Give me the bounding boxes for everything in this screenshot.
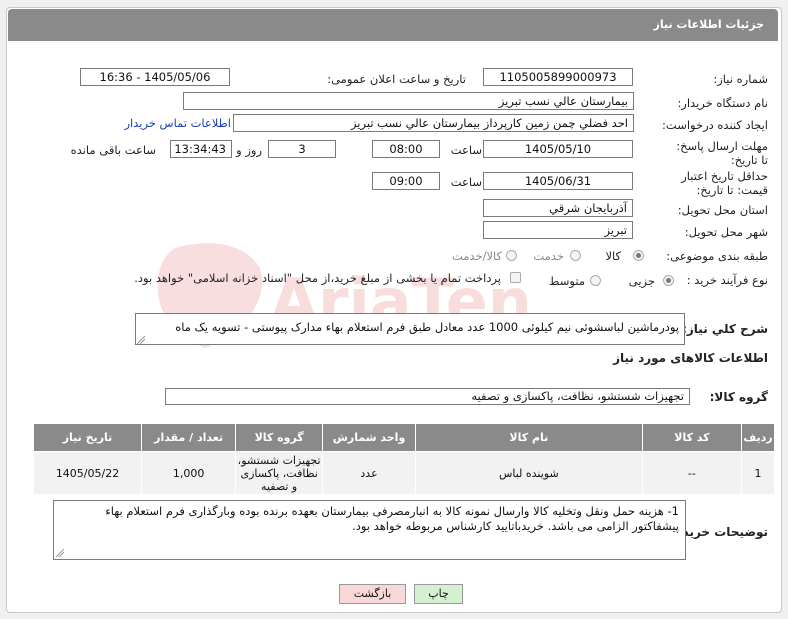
subject-goods-radio[interactable] bbox=[633, 250, 644, 261]
process-minor-radio[interactable] bbox=[663, 275, 674, 286]
goods-group-label: گروه کالا: bbox=[709, 390, 768, 404]
process-medium-radio[interactable] bbox=[590, 275, 601, 286]
cell-unit: عدد bbox=[322, 451, 416, 495]
cell-qty: 1,000 bbox=[141, 451, 237, 495]
cell-row-num: 1 bbox=[741, 451, 775, 495]
province-field: آذربايجان شرقي bbox=[483, 199, 633, 217]
col-unit: واحد شمارش bbox=[322, 423, 416, 452]
province-label: استان محل تحویل: bbox=[677, 203, 768, 217]
process-minor-label: جزیی bbox=[628, 274, 655, 288]
need-number-label: شماره نیاز: bbox=[713, 72, 768, 86]
subject-both-radio[interactable] bbox=[506, 250, 517, 261]
subject-both-label: کالا/خدمت bbox=[451, 249, 502, 263]
reply-deadline-label: مهلت ارسال پاسخ: تا تاریخ: bbox=[676, 139, 768, 167]
announce-datetime-label: تاریخ و ساعت اعلان عمومی: bbox=[327, 72, 466, 86]
remaining-label: ساعت باقی مانده bbox=[70, 143, 156, 157]
validity-time-label: ساعت bbox=[450, 175, 482, 189]
remaining-time-field: 13:34:43 bbox=[170, 140, 232, 158]
reply-time-label: ساعت bbox=[450, 143, 482, 157]
purchase-process-label: نوع فرآیند خرید : bbox=[686, 273, 768, 287]
subject-service-radio[interactable] bbox=[570, 250, 581, 261]
resize-handle-icon[interactable] bbox=[137, 336, 145, 344]
validity-date-field: 1405/06/31 bbox=[483, 172, 633, 190]
table-row: 1 -- شوینده لباس عدد تجهیزات شستشو، نظاف… bbox=[32, 451, 775, 495]
requester-field: احد فضلي چمن زمين کارپرداز بيمارستان عال… bbox=[233, 114, 634, 132]
announce-datetime-field: 1405/05/06 - 16:36 bbox=[80, 68, 230, 86]
col-qty: تعداد / مقدار bbox=[141, 423, 237, 452]
process-medium-label: متوسط bbox=[548, 274, 585, 288]
cell-name: شوینده لباس bbox=[414, 451, 643, 495]
buyer-notes-field: 1- هزینه حمل ونقل وتخلیه کالا وارسال نمو… bbox=[53, 500, 686, 560]
city-label: شهر محل تحویل: bbox=[684, 225, 768, 239]
page-title: جزئیات اطلاعات نیاز bbox=[653, 18, 765, 31]
col-group: گروه کالا bbox=[235, 423, 324, 452]
subject-goods-label: کالا bbox=[605, 249, 621, 263]
days-label: روز و bbox=[236, 143, 262, 157]
buyer-org-label: نام دستگاه خریدار: bbox=[677, 96, 768, 110]
col-date: تاریخ نیاز bbox=[32, 423, 143, 452]
print-button[interactable]: چاپ bbox=[414, 584, 463, 604]
days-field: 3 bbox=[268, 140, 336, 158]
goods-table: ردیف کد کالا نام کالا واحد شمارش گروه کا… bbox=[32, 423, 775, 495]
cell-date: 1405/05/22 bbox=[32, 451, 143, 495]
buyer-contact-link[interactable]: اطلاعات تماس خریدار bbox=[124, 116, 231, 130]
cell-group: تجهیزات شستشو، نظافت، پاکسازی و تصفیه bbox=[235, 451, 324, 495]
reply-date-field: 1405/05/10 bbox=[483, 140, 633, 158]
subject-service-label: خدمت bbox=[533, 249, 564, 263]
goods-info-heading: اطلاعات کالاهای مورد نیاز bbox=[613, 351, 768, 365]
city-field: تبريز bbox=[483, 221, 633, 239]
col-code: کد کالا bbox=[641, 423, 743, 452]
reply-time-field: 08:00 bbox=[372, 140, 440, 158]
page-header: جزئیات اطلاعات نیاز bbox=[8, 9, 778, 41]
price-validity-label: حداقل تاریخ اعتبار قیمت: تا تاریخ: bbox=[681, 169, 768, 197]
treasury-note: پرداخت تمام یا بخشی از مبلغ خرید،از محل … bbox=[134, 271, 501, 285]
goods-group-field: تجهیزات شستشو، نظافت، پاکسازی و تصفیه bbox=[165, 388, 690, 405]
buyer-org-field: بيمارستان عالي نسب تبريز bbox=[183, 92, 634, 110]
cell-code: -- bbox=[641, 451, 743, 495]
resize-handle-icon[interactable] bbox=[56, 549, 64, 557]
requester-label: ایجاد کننده درخواست: bbox=[662, 118, 768, 132]
general-desc-field: پودرماشین لباسشوئی نیم کیلوئی 1000 عدد م… bbox=[135, 313, 685, 345]
treasury-checkbox[interactable] bbox=[510, 272, 521, 283]
col-row-num: ردیف bbox=[741, 423, 775, 452]
table-header-row: ردیف کد کالا نام کالا واحد شمارش گروه کا… bbox=[32, 423, 775, 452]
general-desc-label: شرح کلي نياز: bbox=[682, 322, 768, 336]
need-number-field: 1105005899000973 bbox=[483, 68, 633, 86]
back-button[interactable]: بازگشت bbox=[339, 584, 406, 604]
subject-class-label: طبقه بندی موضوعی: bbox=[666, 249, 768, 263]
col-name: نام کالا bbox=[414, 423, 643, 452]
validity-time-field: 09:00 bbox=[372, 172, 440, 190]
